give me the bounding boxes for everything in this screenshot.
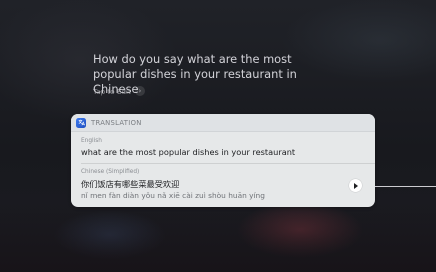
tap-to-edit-link[interactable]: Tap to Edit › bbox=[93, 86, 145, 96]
callout-line bbox=[375, 186, 436, 187]
play-translation-button[interactable] bbox=[349, 179, 362, 192]
source-language-label: English bbox=[81, 138, 102, 144]
translation-card-header: TRANSLATION bbox=[71, 114, 375, 132]
target-text: 你们饭店有哪些菜最受欢迎 bbox=[81, 179, 180, 189]
card-divider bbox=[81, 163, 375, 164]
translation-card-title: TRANSLATION bbox=[91, 118, 142, 127]
tap-to-edit-label: Tap to Edit bbox=[93, 86, 131, 96]
chevron-right-icon: › bbox=[134, 86, 145, 96]
translate-icon bbox=[76, 117, 86, 128]
play-icon bbox=[354, 182, 358, 189]
source-text: what are the most popular dishes in your… bbox=[81, 147, 296, 157]
translation-card[interactable]: TRANSLATION English what are the most po… bbox=[71, 114, 375, 207]
target-pinyin: nǐ men fàn diàn yǒu nǎ xiē cài zuì shòu … bbox=[81, 191, 265, 200]
target-language-label: Chinese (Simplified) bbox=[81, 169, 140, 175]
